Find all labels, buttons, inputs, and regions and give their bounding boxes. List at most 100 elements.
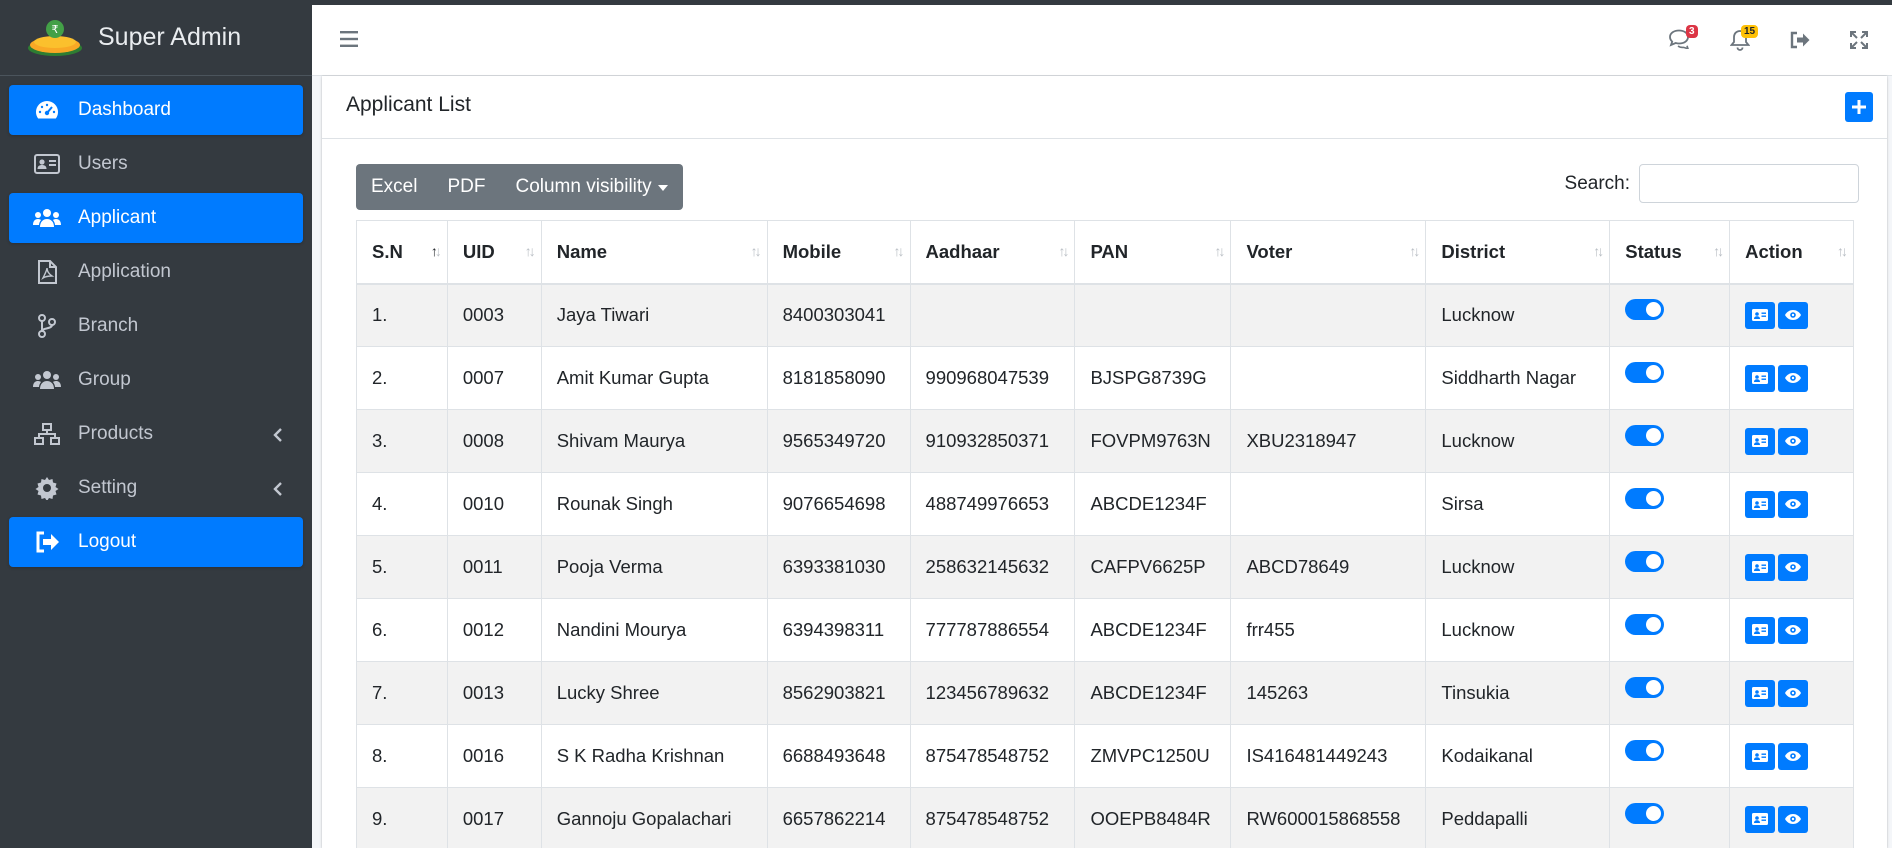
brand[interactable]: ₹ Super Admin	[0, 0, 312, 76]
status-toggle[interactable]	[1625, 613, 1665, 635]
district-cell: Siddharth Nagar	[1425, 346, 1611, 410]
applicant-table: S.N ↑↓ UID ↑↓ Name ↑↓ Mobile ↑↓ Aadhaar ↑↓ PA…	[356, 220, 1854, 848]
edit-button[interactable]	[1745, 553, 1776, 581]
district-cell: Peddapalli	[1425, 787, 1611, 848]
district-cell: Lucknow	[1425, 409, 1611, 473]
status-toggle[interactable]	[1625, 550, 1665, 572]
column-header-pan[interactable]: PAN ↑↓	[1074, 220, 1232, 285]
status-cell	[1609, 724, 1731, 788]
status-toggle[interactable]	[1625, 424, 1665, 446]
status-toggle[interactable]	[1625, 487, 1665, 509]
eye-icon	[1785, 310, 1802, 321]
edit-button[interactable]	[1745, 364, 1776, 392]
table-body: 1. 0003 Jaya Tiwari 8400303041 Lucknow 2. 0007…	[356, 283, 1854, 848]
action-cell	[1729, 661, 1854, 725]
status-toggle[interactable]	[1625, 361, 1665, 383]
sidebar-item-applicant[interactable]: Applicant	[9, 193, 303, 243]
pdf-button[interactable]: PDF	[432, 164, 500, 210]
sidebar-item-products[interactable]: Products	[9, 409, 303, 459]
name-cell: Shivam Maurya	[540, 409, 768, 473]
aadhaar-cell: 875478548752	[909, 724, 1076, 788]
sidebar-item-users[interactable]: Users	[9, 139, 303, 189]
column-header-aadhaar[interactable]: Aadhaar ↑↓	[909, 220, 1076, 285]
uid-cell: 0017	[446, 787, 542, 848]
district-cell: Lucknow	[1425, 535, 1611, 599]
sort-icon: ↑↓	[750, 243, 762, 259]
messages-icon[interactable]: 3	[1668, 25, 1698, 54]
search-input[interactable]	[1639, 164, 1859, 203]
edit-button[interactable]	[1745, 679, 1776, 707]
sidebar-item-application[interactable]: Application	[9, 247, 303, 297]
id-card-icon	[1752, 498, 1769, 510]
status-cell	[1609, 409, 1731, 473]
mobile-cell: 6393381030	[766, 535, 911, 599]
excel-button[interactable]: Excel	[356, 164, 432, 210]
edit-button[interactable]	[1745, 301, 1776, 329]
column-header-mobile[interactable]: Mobile ↑↓	[766, 220, 911, 285]
view-button[interactable]	[1778, 427, 1809, 455]
sidebar-item-branch[interactable]: Branch	[9, 301, 303, 351]
eye-icon	[1785, 373, 1802, 383]
column-header-action[interactable]: Action ↑↓	[1729, 220, 1854, 285]
column-header-sn[interactable]: S.N ↑↓	[356, 220, 448, 285]
sidebar-item-label: Group	[78, 369, 131, 390]
edit-button[interactable]	[1745, 427, 1776, 455]
edit-button[interactable]	[1745, 805, 1776, 833]
bell-icon[interactable]: 15	[1729, 25, 1759, 56]
view-button[interactable]	[1778, 364, 1809, 392]
uid-cell: 0013	[446, 661, 542, 725]
export-button-group: Excel PDF Column visibility	[356, 164, 683, 210]
eye-icon	[1785, 436, 1802, 446]
status-toggle[interactable]	[1625, 298, 1665, 320]
chevron-left-icon	[273, 426, 283, 448]
sidebar-item-label: Application	[78, 261, 171, 282]
column-header-status[interactable]: Status ↑↓	[1609, 220, 1731, 285]
sign-out-icon[interactable]	[1790, 31, 1810, 54]
id-card-icon	[1752, 687, 1769, 699]
status-cell	[1609, 598, 1731, 662]
status-toggle[interactable]	[1625, 802, 1665, 824]
column-header-voter[interactable]: Voter ↑↓	[1230, 220, 1427, 285]
sidebar-item-label: Applicant	[78, 207, 157, 228]
view-button[interactable]	[1778, 616, 1809, 644]
name-cell: Jaya Tiwari	[540, 283, 768, 347]
edit-button[interactable]	[1745, 490, 1776, 518]
view-button[interactable]	[1778, 742, 1809, 770]
fullscreen-icon[interactable]	[1850, 31, 1868, 54]
chevron-left-icon	[273, 480, 283, 502]
status-toggle[interactable]	[1625, 739, 1665, 761]
sidebar-item-setting[interactable]: Setting	[9, 463, 303, 513]
mobile-cell: 9565349720	[766, 409, 911, 473]
column-header-name[interactable]: Name ↑↓	[540, 220, 768, 285]
voter-cell	[1230, 283, 1427, 347]
sidebar-item-dashboard[interactable]: Dashboard	[9, 85, 303, 135]
district-cell: Tinsukia	[1425, 661, 1611, 725]
status-cell	[1609, 472, 1731, 536]
menu-toggle-icon[interactable]	[340, 31, 358, 52]
edit-button[interactable]	[1745, 742, 1776, 770]
edit-button[interactable]	[1745, 616, 1776, 644]
column-header-uid[interactable]: UID ↑↓	[446, 220, 542, 285]
sidebar-item-group[interactable]: Group	[9, 355, 303, 405]
table-row: 9. 0017 Gannoju Gopalachari 6657862214 87547…	[356, 787, 1854, 848]
eye-icon	[1785, 625, 1802, 635]
view-button[interactable]	[1778, 805, 1809, 833]
column-visibility-button[interactable]: Column visibility	[500, 164, 682, 210]
status-cell	[1609, 787, 1731, 848]
view-button[interactable]	[1778, 490, 1809, 518]
table-row: 2. 0007 Amit Kumar Gupta 8181858090 99096804…	[356, 346, 1854, 410]
tachometer-icon	[33, 98, 61, 122]
action-cell	[1729, 409, 1854, 473]
sn-cell: 8.	[356, 724, 448, 788]
eye-icon	[1785, 499, 1802, 509]
sidebar-item-logout[interactable]: Logout	[9, 517, 303, 567]
add-applicant-button[interactable]	[1845, 92, 1873, 122]
status-toggle[interactable]	[1625, 676, 1665, 698]
view-button[interactable]	[1778, 679, 1809, 707]
sidebar-item-label: Products	[78, 423, 153, 444]
view-button[interactable]	[1778, 553, 1809, 581]
sidebar-item-label: Users	[78, 153, 128, 174]
column-header-district[interactable]: District ↑↓	[1425, 220, 1611, 285]
view-button[interactable]	[1778, 301, 1809, 329]
sn-cell: 2.	[356, 346, 448, 410]
